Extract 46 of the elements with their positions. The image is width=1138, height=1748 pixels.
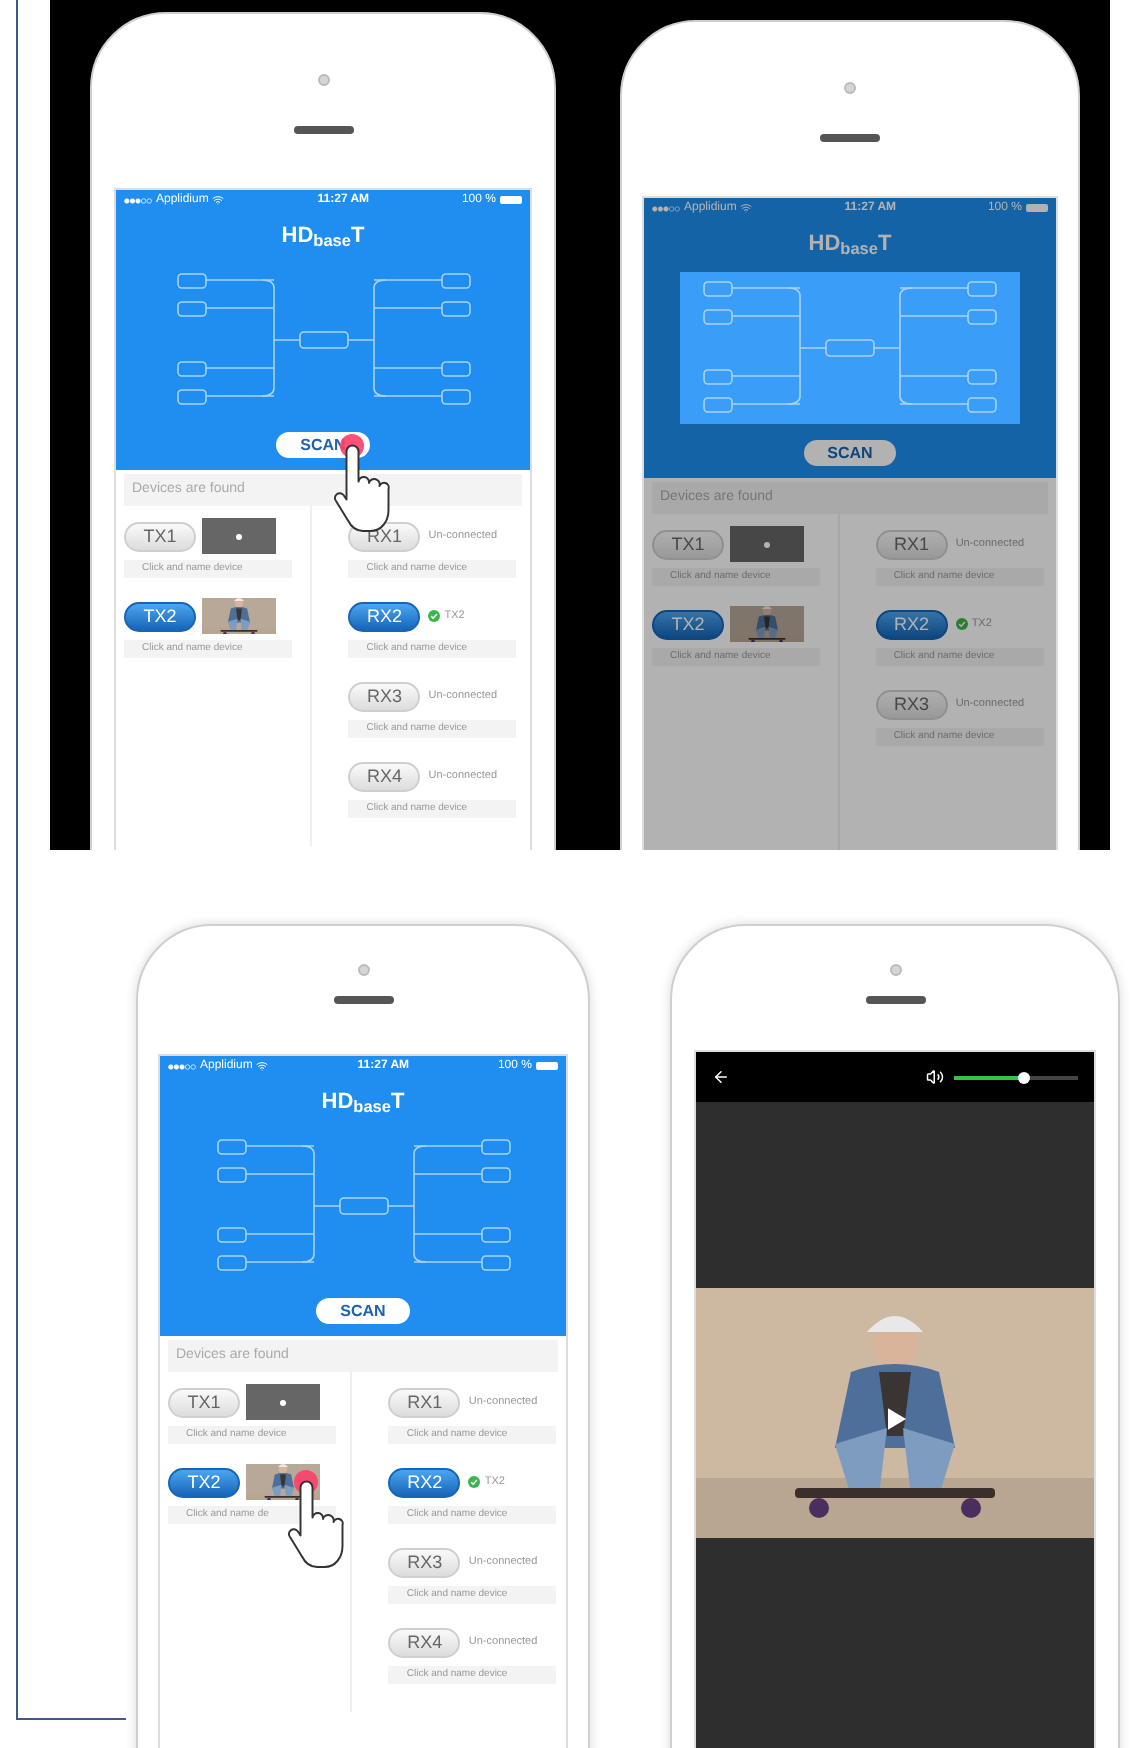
video-thumbnail[interactable] (202, 518, 276, 554)
wifi-icon (212, 194, 225, 206)
device-button[interactable]: RX1 (388, 1387, 461, 1417)
signal-icon (124, 197, 152, 203)
wifi-icon (740, 202, 753, 214)
phone-camera (357, 964, 369, 976)
phone-camera (889, 964, 901, 976)
app-title: HD$_{base}$T (808, 234, 892, 256)
device-button[interactable]: RX4 (388, 1627, 461, 1657)
device-button[interactable]: RX2 (348, 601, 421, 631)
app-title: HD$_{base}$T (321, 1092, 405, 1114)
device-button[interactable]: TX1 (168, 1387, 240, 1417)
slider-thumb[interactable] (1018, 1071, 1031, 1083)
battery-icon (1025, 204, 1048, 212)
scan-button[interactable]: SCAN (316, 1298, 410, 1324)
device-button[interactable]: RX2 (875, 609, 948, 639)
device-button[interactable]: RX1 (875, 529, 948, 559)
volume-icon[interactable] (926, 1068, 944, 1086)
phone-speaker (865, 996, 925, 1004)
device-button[interactable]: TX2 (652, 609, 724, 639)
app-title: HD$_{base}$T (281, 226, 365, 248)
back-icon[interactable] (712, 1068, 730, 1086)
play-icon[interactable] (887, 1408, 905, 1430)
device-button[interactable]: RX3 (875, 689, 948, 719)
scan-button[interactable]: SCAN (803, 440, 897, 466)
phone-speaker (820, 134, 880, 142)
device-button[interactable]: RX3 (388, 1547, 461, 1577)
device-button[interactable]: RX2 (388, 1467, 461, 1497)
wifi-icon (256, 1060, 269, 1072)
phone-speaker (293, 126, 353, 134)
signal-icon (168, 1063, 196, 1069)
device-button[interactable]: TX2 (124, 601, 196, 631)
video-thumbnail[interactable] (730, 526, 804, 562)
phone-camera (844, 82, 856, 94)
video-thumbnail[interactable] (246, 1384, 320, 1420)
phone-speaker (333, 996, 393, 1004)
battery-icon (535, 1062, 558, 1070)
device-button[interactable]: TX2 (168, 1467, 240, 1497)
phone-camera (317, 74, 329, 86)
device-button[interactable]: RX3 (348, 681, 421, 711)
hand-pointer-icon (284, 1480, 345, 1570)
device-button[interactable]: TX1 (124, 521, 196, 551)
device-button[interactable]: RX4 (348, 761, 421, 791)
device-button[interactable]: TX1 (652, 529, 724, 559)
signal-icon (652, 205, 680, 211)
battery-icon (499, 196, 522, 204)
